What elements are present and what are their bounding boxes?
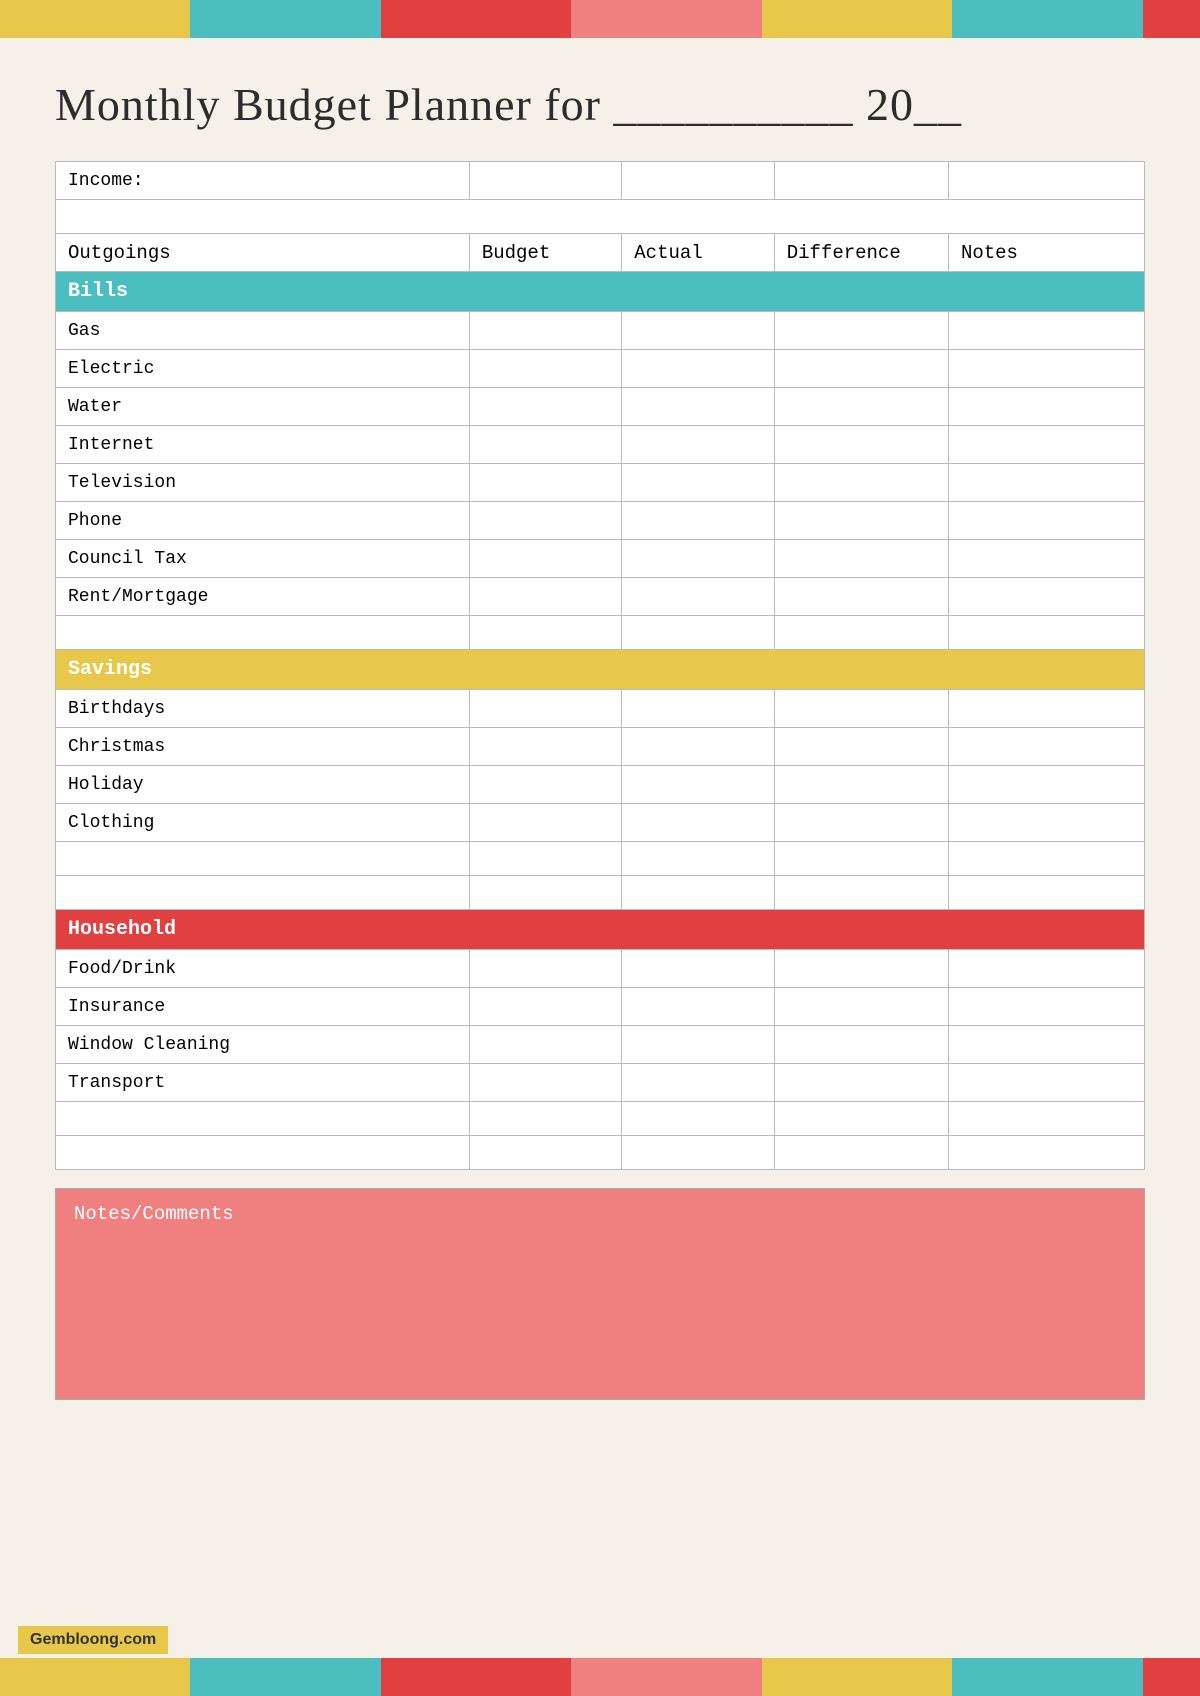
table-row: Holiday: [56, 766, 1145, 804]
item-electric: Electric: [56, 350, 470, 388]
table-row: Transport: [56, 1064, 1145, 1102]
notes-label: Notes/Comments: [74, 1203, 1126, 1225]
table-row: Internet: [56, 426, 1145, 464]
banner-block-7: [1143, 0, 1200, 38]
bills-label: Bills: [56, 272, 1145, 312]
table-row: Clothing: [56, 804, 1145, 842]
header-notes: Notes: [948, 234, 1144, 272]
bottom-banner-block-7: [1143, 1658, 1200, 1696]
watermark: Gembloong.com: [18, 1626, 168, 1654]
item-christmas: Christmas: [56, 728, 470, 766]
banner-block-5: [762, 0, 952, 38]
category-household-row: Household: [56, 910, 1145, 950]
header-difference: Difference: [774, 234, 948, 272]
empty-row: [56, 1102, 1145, 1136]
bottom-banner-block-6: [952, 1658, 1142, 1696]
empty-row: [56, 876, 1145, 910]
table-row: Insurance: [56, 988, 1145, 1026]
item-clothing: Clothing: [56, 804, 470, 842]
item-rent-mortgage: Rent/Mortgage: [56, 578, 470, 616]
income-budget: [469, 162, 621, 200]
bottom-banner-block-5: [762, 1658, 952, 1696]
table-row: Rent/Mortgage: [56, 578, 1145, 616]
empty-row: [56, 200, 1145, 234]
table-row: Council Tax: [56, 540, 1145, 578]
table-row: Window Cleaning: [56, 1026, 1145, 1064]
bottom-banner-block-3: [381, 1658, 571, 1696]
notes-content-area: [74, 1225, 1126, 1385]
income-row: Income:: [56, 162, 1145, 200]
header-actual: Actual: [622, 234, 774, 272]
savings-label: Savings: [56, 650, 1145, 690]
table-row: Food/Drink: [56, 950, 1145, 988]
item-transport: Transport: [56, 1064, 470, 1102]
notes-comments-box: Notes/Comments: [55, 1188, 1145, 1400]
item-television: Television: [56, 464, 470, 502]
item-gas: Gas: [56, 312, 470, 350]
banner-block-1: [0, 0, 190, 38]
top-banner: [0, 0, 1200, 38]
banner-block-6: [952, 0, 1142, 38]
empty-row: [56, 616, 1145, 650]
household-label: Household: [56, 910, 1145, 950]
empty-row: [56, 1136, 1145, 1170]
page-title: Monthly Budget Planner for __________ 20…: [55, 78, 1145, 131]
income-diff: [774, 162, 948, 200]
item-internet: Internet: [56, 426, 470, 464]
category-savings-row: Savings: [56, 650, 1145, 690]
item-water: Water: [56, 388, 470, 426]
table-row: Water: [56, 388, 1145, 426]
table-row: Television: [56, 464, 1145, 502]
income-actual: [622, 162, 774, 200]
bottom-banner-block-2: [190, 1658, 380, 1696]
income-notes: [948, 162, 1144, 200]
item-window-cleaning: Window Cleaning: [56, 1026, 470, 1064]
bottom-banner-block-4: [571, 1658, 761, 1696]
item-council-tax: Council Tax: [56, 540, 470, 578]
table-row: Electric: [56, 350, 1145, 388]
item-holiday: Holiday: [56, 766, 470, 804]
banner-block-2: [190, 0, 380, 38]
table-row: Christmas: [56, 728, 1145, 766]
bottom-banner-block-1: [0, 1658, 190, 1696]
item-insurance: Insurance: [56, 988, 470, 1026]
item-birthdays: Birthdays: [56, 690, 470, 728]
income-label: Income:: [56, 162, 470, 200]
bottom-banner: [0, 1658, 1200, 1696]
table-row: Gas: [56, 312, 1145, 350]
table-row: Birthdays: [56, 690, 1145, 728]
budget-table: Income: Outgoings Budget Actual Differen…: [55, 161, 1145, 1170]
empty-row: [56, 842, 1145, 876]
item-phone: Phone: [56, 502, 470, 540]
item-food-drink: Food/Drink: [56, 950, 470, 988]
header-budget: Budget: [469, 234, 621, 272]
banner-block-3: [381, 0, 571, 38]
banner-block-4: [571, 0, 761, 38]
page-content: Monthly Budget Planner for __________ 20…: [0, 38, 1200, 1460]
table-header-row: Outgoings Budget Actual Difference Notes: [56, 234, 1145, 272]
header-outgoings: Outgoings: [56, 234, 470, 272]
category-bills-row: Bills: [56, 272, 1145, 312]
table-row: Phone: [56, 502, 1145, 540]
